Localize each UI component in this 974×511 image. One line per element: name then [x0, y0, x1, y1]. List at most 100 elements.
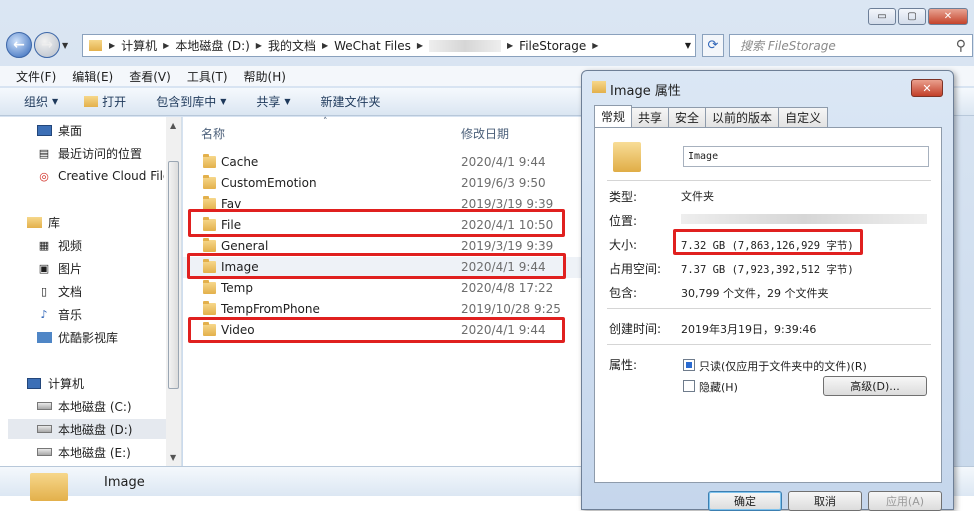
- chevron-down-icon: ▼: [284, 97, 291, 106]
- file-date: 2019/10/28 9:25: [461, 302, 561, 316]
- search-input[interactable]: 搜索 FileStorage ⚲: [729, 34, 973, 57]
- scroll-down-icon[interactable]: ▼: [170, 453, 176, 462]
- nav-label: 本地磁盘 (E:): [58, 445, 131, 460]
- nav-item-creative-cloud[interactable]: ◎ Creative Cloud Files: [36, 166, 164, 186]
- nav-item-drive-e[interactable]: 本地磁盘 (E:): [36, 442, 131, 462]
- minimize-button[interactable]: ▭: [868, 8, 896, 25]
- share-button[interactable]: 共享 ▼: [256, 93, 290, 110]
- nav-item-desktop[interactable]: 桌面: [36, 120, 82, 140]
- file-row[interactable]: Temp 2020/4/8 17:22: [183, 278, 581, 299]
- open-button[interactable]: 打开: [84, 93, 126, 110]
- breadcrumb-drive-d[interactable]: 本地磁盘 (D:): [175, 37, 249, 54]
- breadcrumb-separator[interactable]: ▶: [163, 41, 169, 50]
- highlight-box-video: [188, 317, 565, 343]
- menu-file[interactable]: 文件(F): [16, 68, 56, 85]
- cancel-button[interactable]: 取消: [788, 491, 862, 511]
- chevron-down-icon: ▼: [52, 97, 59, 106]
- nav-label: 视频: [58, 238, 83, 253]
- nav-item-drive-d[interactable]: 本地磁盘 (D:): [8, 419, 168, 439]
- dialog-close-button[interactable]: ✕: [911, 79, 943, 97]
- ok-button[interactable]: 确定: [708, 491, 782, 511]
- breadcrumb-my-documents[interactable]: 我的文档: [268, 37, 316, 54]
- share-label: 共享: [256, 95, 281, 109]
- nav-label: 图片: [58, 261, 83, 276]
- size-on-disk-value: 7.37 GB (7,923,392,512 字节): [681, 264, 854, 276]
- breadcrumb-separator[interactable]: ▶: [256, 41, 262, 50]
- file-row[interactable]: Cache 2020/4/1 9:44: [183, 152, 581, 173]
- nav-item-drive-c[interactable]: 本地磁盘 (C:): [36, 396, 132, 416]
- tab-sharing[interactable]: 共享: [631, 107, 670, 127]
- navigation-bar: ← → ▼ ▶ 计算机 ▶ 本地磁盘 (D:) ▶ 我的文档 ▶ WeChat …: [6, 32, 973, 58]
- nav-item-music[interactable]: ♪ 音乐: [36, 304, 82, 324]
- new-folder-button[interactable]: 新建文件夹: [321, 93, 381, 110]
- nav-item-recent[interactable]: ▤ 最近访问的位置: [36, 143, 142, 163]
- menu-edit[interactable]: 编辑(E): [72, 68, 113, 85]
- organize-button[interactable]: 组织 ▼: [24, 93, 58, 110]
- menu-view[interactable]: 查看(V): [129, 68, 171, 85]
- tab-general[interactable]: 常规: [594, 105, 633, 127]
- tab-customize[interactable]: 自定义: [778, 107, 829, 127]
- nav-item-libraries[interactable]: 库: [26, 212, 60, 232]
- nav-label: 库: [48, 215, 61, 230]
- scrollbar-thumb[interactable]: [168, 161, 179, 389]
- file-row[interactable]: CustomEmotion 2019/6/3 9:50: [183, 173, 581, 194]
- refresh-button[interactable]: ⟳: [702, 34, 724, 57]
- include-in-library-button[interactable]: 包含到库中 ▼: [156, 93, 226, 110]
- address-dropdown-icon[interactable]: ▼: [685, 41, 691, 50]
- file-name: TempFromPhone: [221, 302, 320, 316]
- menu-help[interactable]: 帮助(H): [244, 68, 286, 85]
- column-header-name[interactable]: 名称: [201, 125, 225, 142]
- search-icon[interactable]: ⚲: [956, 38, 966, 54]
- nav-item-videos[interactable]: ▦ 视频: [36, 235, 82, 255]
- close-button[interactable]: ✕: [928, 8, 968, 25]
- scroll-up-icon[interactable]: ▲: [170, 121, 176, 130]
- breadcrumb-separator[interactable]: ▶: [109, 41, 115, 50]
- type-value: 文件夹: [681, 190, 714, 203]
- folder-icon: [203, 301, 216, 315]
- tab-security[interactable]: 安全: [668, 107, 707, 127]
- file-name: CustomEmotion: [221, 176, 317, 190]
- back-button[interactable]: ←: [6, 32, 32, 58]
- column-header-modified[interactable]: 修改日期: [461, 125, 509, 142]
- advanced-button[interactable]: 高级(D)...: [823, 376, 927, 396]
- forward-button[interactable]: →: [34, 32, 60, 58]
- organize-label: 组织: [24, 95, 49, 109]
- readonly-checkbox[interactable]: [683, 359, 695, 371]
- breadcrumb-filestorage[interactable]: FileStorage: [519, 39, 586, 53]
- drive-c-icon: [36, 399, 52, 413]
- breadcrumb-computer[interactable]: 计算机: [121, 37, 157, 54]
- apply-button[interactable]: 应用(A): [868, 491, 942, 511]
- maximize-button[interactable]: ▢: [898, 8, 926, 25]
- address-bar[interactable]: ▶ 计算机 ▶ 本地磁盘 (D:) ▶ 我的文档 ▶ WeChat Files …: [82, 34, 696, 57]
- breadcrumb-separator[interactable]: ▶: [507, 41, 513, 50]
- breadcrumb-separator[interactable]: ▶: [417, 41, 423, 50]
- youku-library-icon: [36, 330, 52, 344]
- created-value: 2019年3月19日，9:39:46: [681, 323, 817, 336]
- redacted-crumb: [429, 39, 502, 52]
- hidden-label: 隐藏(H): [699, 381, 738, 394]
- hidden-checkbox[interactable]: [683, 380, 695, 392]
- drive-e-icon: [36, 445, 52, 459]
- nav-label: 优酷影视库: [58, 330, 119, 345]
- nav-label: 桌面: [58, 123, 83, 138]
- creative-cloud-icon: ◎: [39, 169, 49, 183]
- nav-item-youku[interactable]: 优酷影视库: [36, 327, 118, 347]
- type-label: 类型:: [609, 190, 638, 204]
- nav-item-pictures[interactable]: ▣ 图片: [36, 258, 82, 278]
- dialog-buttons: 确定 取消 应用(A): [708, 491, 942, 511]
- folder-name-field[interactable]: Image: [683, 146, 929, 167]
- recent-pages-dropdown[interactable]: ▼: [62, 41, 74, 50]
- nav-item-computer[interactable]: 计算机: [26, 373, 84, 393]
- location-label: 位置:: [609, 214, 638, 228]
- tab-previous-versions[interactable]: 以前的版本: [705, 107, 780, 127]
- breadcrumb-separator[interactable]: ▶: [592, 41, 598, 50]
- breadcrumb-wechat-files[interactable]: WeChat Files: [334, 39, 411, 53]
- divider: [607, 308, 931, 309]
- nav-pane-scrollbar[interactable]: ▲ ▼: [166, 117, 181, 466]
- open-folder-icon: [84, 96, 99, 107]
- music-icon: ♪: [40, 307, 48, 321]
- menu-tools[interactable]: 工具(T): [187, 68, 228, 85]
- breadcrumb-separator[interactable]: ▶: [322, 41, 328, 50]
- back-arrow-icon: ←: [13, 37, 25, 53]
- nav-item-documents[interactable]: ▯ 文档: [36, 281, 82, 301]
